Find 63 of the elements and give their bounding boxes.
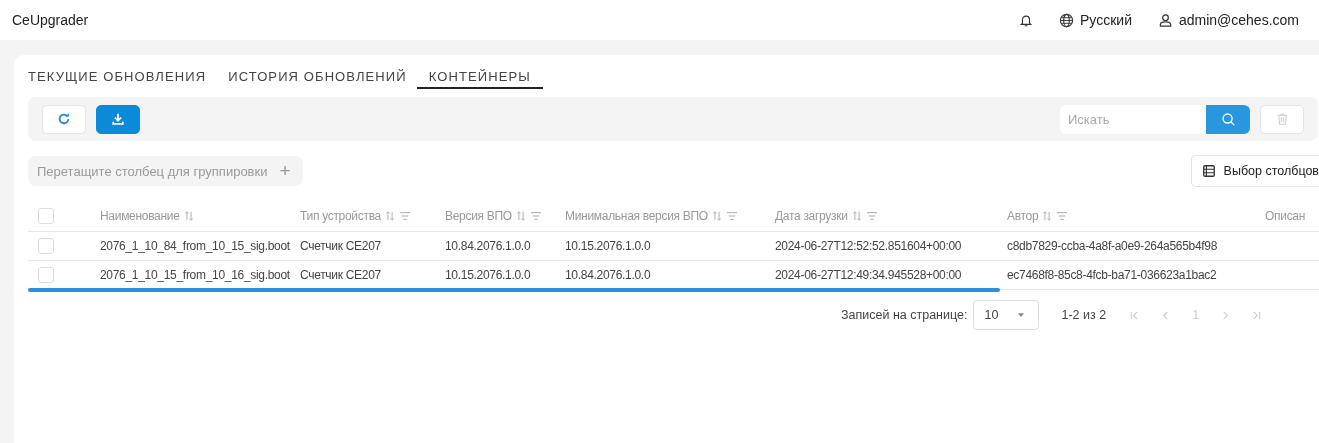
language-selector[interactable]: Русский <box>1059 12 1132 28</box>
sort-icon[interactable] <box>1042 210 1053 222</box>
sort-icon[interactable] <box>384 210 395 222</box>
filter-icon[interactable] <box>725 211 738 221</box>
refresh-button[interactable] <box>42 104 86 134</box>
search-icon <box>1220 111 1236 127</box>
download-button[interactable] <box>96 104 140 134</box>
tab[interactable]: ТЕКУЩИЕ ОБНОВЛЕНИЯ <box>28 65 207 89</box>
table-cell: Счетчик CE207 <box>300 239 381 253</box>
tab[interactable]: ИСТОРИЯ ОБНОВЛЕНИЙ <box>228 65 407 89</box>
column-header[interactable]: Автор <box>1007 209 1039 223</box>
user-icon <box>1157 12 1173 28</box>
table-cell: 10.84.2076.1.0.0 <box>565 268 651 282</box>
filter-icon[interactable] <box>865 211 878 221</box>
filter-icon[interactable] <box>1056 211 1069 221</box>
filter-icon[interactable] <box>529 211 542 221</box>
grouping-hint: Перетащите столбец для группировки <box>37 163 268 179</box>
column-header[interactable]: Версия ВПО <box>445 209 512 223</box>
sort-icon[interactable] <box>183 210 194 222</box>
trash-icon <box>1275 112 1289 126</box>
select-all-checkbox[interactable] <box>38 208 54 224</box>
row-checkbox[interactable] <box>38 238 54 254</box>
table-cell: 2024-06-27T12:52:52.851604+00:00 <box>775 239 962 253</box>
table-cell: 10.15.2076.1.0.0 <box>445 268 531 282</box>
caret-icon <box>1018 313 1025 317</box>
previous-page-icon[interactable] <box>1161 310 1171 320</box>
delete-button[interactable] <box>1260 104 1304 134</box>
table-icon <box>1201 164 1216 178</box>
column-header[interactable]: Наименование <box>100 209 180 223</box>
table-cell: 2024-06-27T12:49:34.945528+00:00 <box>775 268 962 282</box>
search-button[interactable] <box>1206 104 1250 134</box>
column-header[interactable]: Тип устройства <box>300 209 381 223</box>
table-cell: 10.84.2076.1.0.0 <box>445 239 531 253</box>
column-header[interactable]: Минимальная версия ВПО <box>565 209 708 223</box>
last-page-icon[interactable] <box>1252 310 1262 320</box>
globe-icon <box>1059 12 1074 28</box>
table-cell: Счетчик CE207 <box>300 268 381 282</box>
language-label: Русский <box>1080 12 1132 28</box>
sort-icon[interactable] <box>851 210 862 222</box>
sort-icon[interactable] <box>711 210 722 222</box>
table-cell: 2076_1_10_15_from_10_16_sig.boot <box>100 268 290 282</box>
page-size-label: Записей на странице: <box>841 308 968 322</box>
page-range: 1-2 из 2 <box>1061 308 1107 322</box>
page-size-select[interactable]: 10 <box>973 300 1040 330</box>
sort-icon[interactable] <box>515 210 526 222</box>
first-page-icon[interactable] <box>1130 310 1140 320</box>
refresh-icon <box>57 112 71 126</box>
tab[interactable]: КОНТЕЙНЕРЫ <box>416 65 543 89</box>
app-title: CeUpgrader <box>12 12 89 28</box>
add-group-button[interactable]: + <box>279 160 291 182</box>
next-page-icon[interactable] <box>1221 310 1231 320</box>
download-icon <box>111 112 125 126</box>
filter-icon[interactable] <box>398 211 411 221</box>
row-checkbox[interactable] <box>38 267 54 283</box>
table-cell: 10.15.2076.1.0.0 <box>565 239 651 253</box>
column-chooser-button[interactable]: Выбор столбцов <box>1190 155 1319 187</box>
table-cell: 2076_1_10_84_from_10_15_sig.boot <box>100 239 290 253</box>
column-header[interactable]: Дата загрузки <box>775 209 848 223</box>
horizontal-scrollbar[interactable] <box>28 288 1000 292</box>
table-cell: ec7468f8-85c8-4fcb-ba71-036623a1bac2 <box>1007 268 1217 282</box>
table-cell: c8db7829-ccba-4a8f-a0e9-264a565b4f98 <box>1007 239 1218 253</box>
search-field[interactable]: Искать <box>1060 104 1206 134</box>
column-header[interactable]: Описан <box>1265 209 1306 223</box>
